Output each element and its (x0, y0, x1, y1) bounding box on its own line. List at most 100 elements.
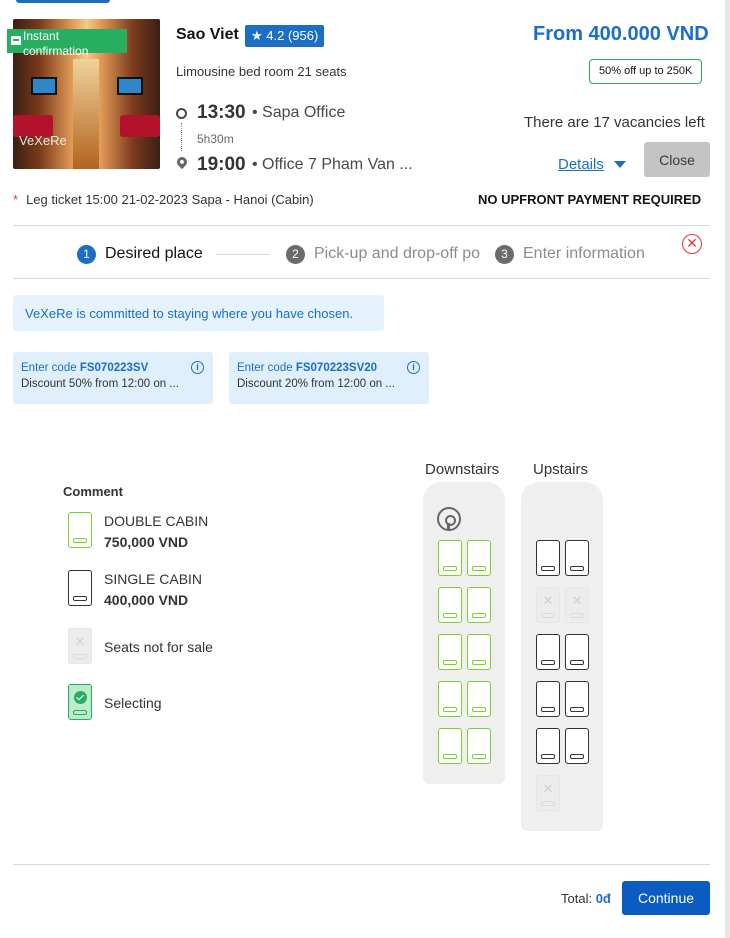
seat-pillow (570, 707, 584, 712)
unavailable-x-icon: ✕ (542, 593, 554, 608)
cabin-bed-right (120, 115, 160, 137)
step-2-label[interactable]: Pick-up and drop-off po (314, 245, 480, 263)
coupon-code[interactable]: FS070223SV20 (296, 362, 377, 374)
promo-badge: 50% off up to 250K (589, 59, 703, 84)
total-value: 0đ (595, 891, 611, 906)
seat-pillow (570, 754, 584, 759)
divider (13, 225, 710, 226)
downstairs-seat-double[interactable] (438, 728, 462, 764)
photo-watermark: VeXeRe (19, 133, 67, 148)
upstairs-seat-unavailable: ✕ (536, 587, 560, 623)
cabin-screen-left (31, 77, 57, 95)
rating-badge[interactable]: ★ 4.2 (956) (245, 25, 325, 47)
upstairs-seat-single[interactable] (565, 681, 589, 717)
upstairs-seat-single[interactable] (536, 634, 560, 670)
chevron-down-icon[interactable] (614, 161, 626, 168)
seat-pillow (570, 613, 584, 618)
departure-place: • Sapa Office (252, 104, 346, 121)
upstairs-label: Upstairs (533, 461, 589, 478)
upstairs-seat-single[interactable] (565, 728, 589, 764)
downstairs-seat-double[interactable] (438, 634, 462, 670)
seat-pillow (570, 660, 584, 665)
seat-pillow (443, 707, 457, 712)
upstairs-seat-single[interactable] (565, 540, 589, 576)
cabin-screen-right (117, 77, 143, 95)
destination-pin-icon (174, 154, 190, 170)
downstairs-deck (423, 482, 505, 784)
seat-pillow (541, 613, 555, 618)
upstairs-deck (521, 482, 603, 831)
step-2-number: 2 (286, 245, 305, 264)
coupon-description: Discount 50% from 12:00 on ... (21, 378, 179, 390)
route-line (181, 123, 182, 151)
double-cabin-seat-icon (68, 512, 92, 548)
legend-double: DOUBLE CABIN 750,000 VND (104, 511, 208, 553)
seat-pillow (472, 707, 486, 712)
downstairs-seat-double[interactable] (467, 587, 491, 623)
arrival-time: 19:00 (197, 154, 246, 175)
star-icon: ★ (251, 28, 263, 43)
coupon-card[interactable]: Enter code FS070223SV20 Discount 20% fro… (229, 352, 429, 404)
continue-button[interactable]: Continue (622, 881, 710, 915)
info-icon[interactable]: i (407, 361, 420, 374)
departure-dot-icon (176, 108, 187, 119)
upstairs-seat-unavailable: ✕ (565, 587, 589, 623)
upstairs-seat-single[interactable] (536, 728, 560, 764)
downstairs-seat-double[interactable] (467, 634, 491, 670)
seat-pillow (443, 754, 457, 759)
trip-duration: 5h30m (197, 132, 234, 146)
steering-wheel-icon (437, 507, 461, 531)
scrollbar[interactable] (725, 0, 730, 938)
step-3-label[interactable]: Enter information (523, 245, 645, 263)
seat-pillow (443, 660, 457, 665)
instant-line2: confirmation (23, 44, 89, 58)
divider (13, 278, 710, 279)
seat-pillow (570, 566, 584, 571)
single-cabin-seat-icon (68, 570, 92, 606)
downstairs-seat-double[interactable] (438, 681, 462, 717)
selected-seat-icon (68, 684, 92, 720)
downstairs-seat-double[interactable] (467, 681, 491, 717)
unavailable-x-icon: ✕ (542, 781, 554, 796)
coupon-code-line: Enter code FS070223SV (21, 362, 149, 374)
legend-title: Comment (63, 484, 123, 499)
seat-pillow (541, 754, 555, 759)
vacancy-count: There are 17 vacancies left (524, 114, 705, 131)
legend-single: SINGLE CABIN 400,000 VND (104, 569, 202, 611)
total-price: Total: 0đ (561, 891, 611, 906)
rating-value: 4.2 (956) (266, 28, 319, 43)
seat-pillow (541, 660, 555, 665)
upstairs-seat-single[interactable] (536, 681, 560, 717)
upstairs-seat-single[interactable] (536, 540, 560, 576)
downstairs-seat-double[interactable] (438, 540, 462, 576)
bus-type: Limousine bed room 21 seats (176, 64, 347, 79)
info-icon[interactable]: i (191, 361, 204, 374)
step-connector (216, 254, 270, 255)
operator-name: Sao Viet (176, 26, 239, 43)
close-button[interactable]: Close (644, 142, 710, 177)
details-link[interactable]: Details (558, 156, 604, 173)
no-upfront-payment: NO UPFRONT PAYMENT REQUIRED (478, 192, 702, 207)
cabin-aisle (73, 59, 99, 169)
step-1-label[interactable]: Desired place (105, 245, 203, 263)
coupon-code[interactable]: FS070223SV (80, 362, 148, 374)
commitment-notice: VeXeRe is committed to staying where you… (13, 295, 384, 331)
close-circle-icon[interactable]: ✕ (682, 234, 702, 254)
seat-pillow (443, 566, 457, 571)
ticket-icon (11, 36, 21, 45)
upstairs-seat-single[interactable] (565, 634, 589, 670)
seat-pillow (472, 754, 486, 759)
downstairs-seat-double[interactable] (438, 587, 462, 623)
legend-selecting: Selecting (104, 695, 162, 711)
downstairs-seat-double[interactable] (467, 540, 491, 576)
required-asterisk: * (13, 192, 19, 207)
downstairs-seat-double[interactable] (467, 728, 491, 764)
seat-pillow (541, 801, 555, 806)
top-accent-bar (16, 0, 110, 3)
legend-single-price: 400,000 VND (104, 592, 189, 608)
downstairs-label: Downstairs (425, 461, 500, 478)
instant-confirmation-badge: Instant confirmation (7, 29, 127, 58)
coupon-card[interactable]: Enter code FS070223SV Discount 50% from … (13, 352, 213, 404)
upstairs-seat-unavailable: ✕ (536, 775, 560, 811)
legend-double-price: 750,000 VND (104, 534, 189, 550)
